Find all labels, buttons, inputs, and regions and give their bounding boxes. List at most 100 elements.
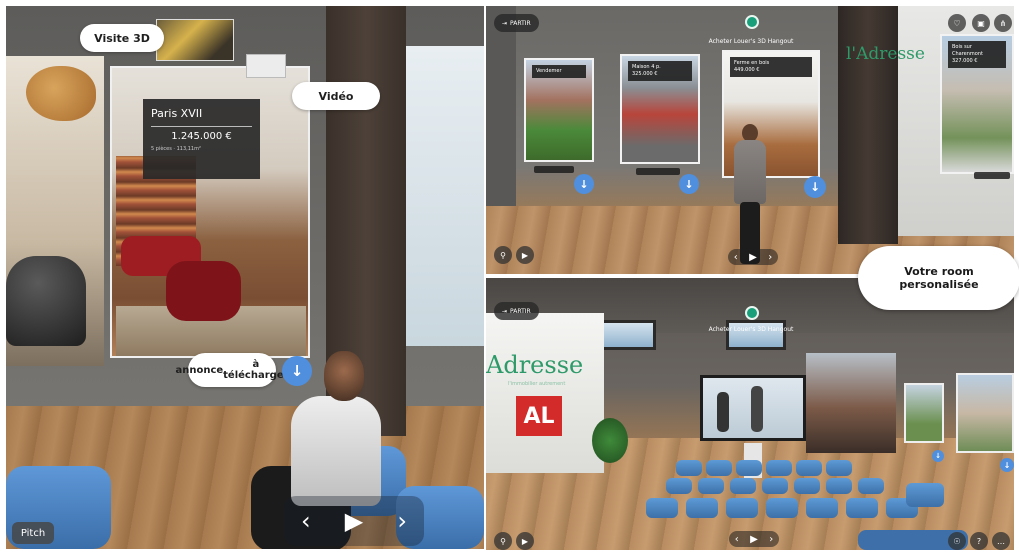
more-icon[interactable]: … [992, 532, 1010, 550]
exit-icon: ⇥ [502, 307, 508, 315]
download-icon[interactable]: ↓ [282, 356, 312, 386]
cta-line2: personalisée [899, 278, 979, 291]
listing-price: 327.000 € [952, 58, 978, 64]
next-arrow-icon[interactable]: › [769, 534, 773, 545]
audience-seat [806, 498, 838, 518]
info-side-panel [406, 46, 484, 346]
audience-seat [794, 478, 820, 494]
listing-card-label: Vendemer [532, 65, 586, 78]
audience-seat [698, 478, 724, 494]
leave-button[interactable]: ⇥ PARTIR [494, 302, 539, 320]
left-3d-scene: Paris XVII 1.245.000 € 5 pièces · 113,11… [6, 6, 484, 549]
listing-caption [534, 166, 574, 173]
listing-title: Vendemer [536, 68, 562, 74]
audience-seat [726, 498, 758, 518]
play-icon[interactable]: ▶ [750, 534, 758, 545]
brand-logo: Adresse [486, 351, 584, 379]
video-icon[interactable]: ▶ [516, 246, 534, 264]
listing-meta: 5 pièces · 113,11m² [151, 146, 201, 152]
listing-card[interactable] [956, 373, 1014, 453]
listing-price-card: Paris XVII 1.245.000 € 5 pièces · 113,11… [143, 99, 260, 179]
audience-seat [846, 498, 878, 518]
brand-wall: Adresse l'immobilier autrement [486, 313, 604, 473]
leave-label: PARTIR [510, 307, 531, 315]
dark-pillar [838, 6, 898, 244]
download-icon[interactable]: ↓ [679, 174, 699, 194]
prev-arrow-icon[interactable]: ‹ [734, 252, 738, 263]
walk-icon[interactable]: ⚲ [494, 246, 512, 264]
right-bottom-3d-scene: Adresse l'immobilier autrement AL ↓ ↓ ⇥ … [486, 278, 1014, 550]
listing-price: 449.000 € [734, 67, 760, 73]
listing-card[interactable] [904, 383, 944, 443]
brand-tagline: l'immobilier autrement [508, 381, 566, 387]
next-arrow-icon[interactable]: › [397, 507, 407, 535]
listing-city: Paris XVII [151, 107, 203, 120]
share-icon[interactable]: ⋔ [994, 14, 1012, 32]
potted-plant [592, 418, 628, 463]
audience-seat [666, 478, 692, 494]
listing-card[interactable]: Maison 4 p. 325.000 € [620, 54, 700, 164]
listing-price: 1.245.000 € [171, 131, 232, 142]
visite-3d-button[interactable]: Visite 3D [80, 24, 164, 52]
play-icon[interactable]: ▶ [749, 252, 757, 263]
play-icon[interactable]: ▶ [345, 507, 363, 535]
video-icon[interactable]: ▶ [516, 532, 534, 550]
next-arrow-icon[interactable]: › [768, 252, 772, 263]
room-title: Acheter Louer's 3D Hangout [708, 326, 794, 333]
download-icon[interactable]: ↓ [804, 176, 826, 198]
screenshot-frame: Paris XVII 1.245.000 € 5 pièces · 113,11… [0, 0, 1019, 555]
slide-nav-bar: ‹ ▶ › [729, 531, 779, 547]
audience-seat [826, 460, 852, 476]
audience-seat [762, 478, 788, 494]
listing-card[interactable]: Vendemer [524, 58, 594, 162]
annonce-line2: à télécharger [223, 359, 289, 381]
download-icon[interactable]: ↓ [1000, 458, 1014, 472]
screen-figure [717, 392, 729, 432]
listing-card-label: Maison 4 p. 325.000 € [628, 61, 692, 81]
prev-arrow-icon[interactable]: ‹ [735, 534, 739, 545]
skylight [726, 320, 786, 350]
listing-card[interactable]: Bois sur Charenmont 327.000 € [940, 34, 1014, 174]
camera-icon[interactable]: ▣ [972, 14, 990, 32]
slide-nav-bar: ‹ ▶ › [728, 249, 778, 265]
download-icon[interactable]: ↓ [574, 174, 594, 194]
prev-arrow-icon[interactable]: ‹ [301, 507, 311, 535]
visitor-avatar [732, 124, 768, 264]
audience-seat [766, 498, 798, 518]
audience-seat [686, 498, 718, 518]
presentation-screen[interactable] [700, 375, 806, 441]
audience-seat [676, 460, 702, 476]
video-button[interactable]: Vidéo [292, 82, 380, 110]
room-title: Acheter Louer's 3D Hangout [708, 38, 794, 45]
al-logo: AL [516, 396, 562, 436]
cta-line1: Votre room [904, 265, 974, 278]
download-listing-button[interactable]: annonce à télécharger [175, 353, 289, 387]
help-icon[interactable]: ? [970, 532, 988, 550]
small-wall-sign [246, 54, 286, 78]
audience-seat [706, 460, 732, 476]
screen-figure [751, 386, 763, 432]
audience-seat [646, 498, 678, 518]
heart-icon[interactable]: ♡ [948, 14, 966, 32]
custom-room-callout: Votre room personalisée [858, 246, 1019, 310]
accessibility-icon[interactable]: ☉ [948, 532, 966, 550]
red-armchair [166, 261, 241, 321]
audience-seat [730, 478, 756, 494]
walk-icon[interactable]: ⚲ [494, 532, 512, 550]
street-storefront [806, 353, 896, 453]
exit-icon: ⇥ [502, 19, 508, 27]
listing-card-label: Ferme en bois 449.000 € [730, 57, 812, 77]
visite-3d-thumbnail[interactable] [156, 19, 234, 61]
pitch-button[interactable]: Pitch [12, 522, 54, 544]
leave-label: PARTIR [510, 19, 531, 27]
listing-card-label: Bois sur Charenmont 327.000 € [948, 41, 1006, 68]
side-wall [486, 6, 516, 236]
leave-button[interactable]: ⇥ PARTIR [494, 14, 539, 32]
leather-armchair [6, 256, 86, 346]
host-avatar-icon[interactable] [745, 15, 759, 29]
slide-nav-bar: ‹ ▶ › [284, 496, 424, 546]
listing-title: Bois sur Charenmont [952, 44, 983, 57]
host-avatar-icon[interactable] [745, 306, 759, 320]
download-icon[interactable]: ↓ [932, 450, 944, 462]
audience-seat [906, 483, 944, 507]
